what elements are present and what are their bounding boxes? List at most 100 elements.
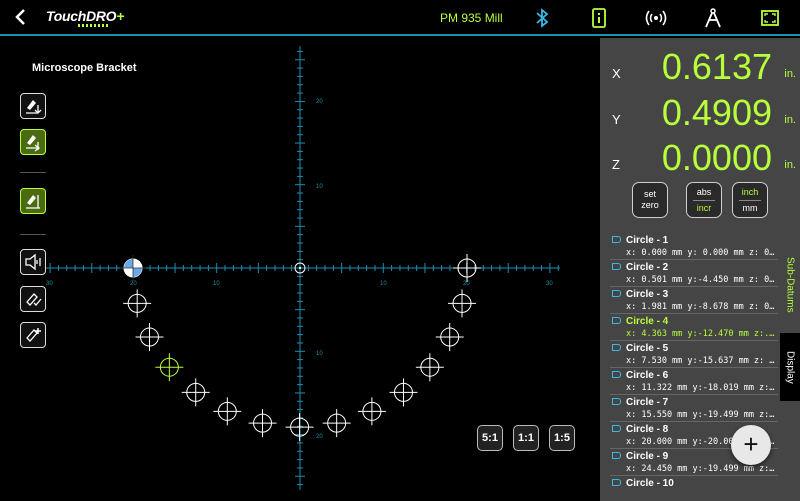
tag-icon — [612, 398, 621, 405]
list-item[interactable]: Circle - 2 x: 0.501 mm y:-4.450 mm z: 0..… — [610, 260, 778, 287]
pencil-arrow-icon — [26, 100, 42, 114]
inch-label: inch — [741, 186, 759, 197]
zoom-5-1-button[interactable]: 5:1 — [477, 425, 503, 451]
grid-label: 10 — [213, 281, 220, 287]
pencil-arrow-icon — [26, 135, 41, 152]
grid-label: 30 — [46, 281, 53, 287]
datum-crosshair — [181, 378, 210, 407]
fullscreen-icon[interactable] — [758, 6, 782, 30]
datum-crosshair — [285, 413, 314, 442]
mm-label: mm — [742, 202, 758, 213]
tag-icon — [612, 425, 621, 432]
logo-underline — [78, 24, 108, 27]
datum-name: Circle - 1 — [626, 235, 669, 246]
tool-move-down-button[interactable] — [20, 93, 46, 119]
origin-dot — [298, 266, 302, 270]
datum-name: Circle - 4 — [626, 316, 669, 327]
tag-icon — [612, 479, 621, 486]
tag-icon — [612, 371, 621, 378]
tool-pattern-button[interactable] — [20, 188, 46, 214]
machine-name[interactable]: PM 935 Mill — [440, 11, 503, 25]
pattern-icon — [26, 195, 40, 209]
compass-icon[interactable] — [701, 6, 725, 30]
datum-coords: x: 7.530 mm y:-15.637 mm z: ... — [626, 356, 778, 366]
set-zero-button[interactable]: set zero — [632, 182, 668, 218]
grid-label: 20 — [130, 281, 137, 287]
list-item[interactable]: Circle - 5 x: 7.530 mm y:-15.637 mm z: ..… — [610, 341, 778, 368]
drawing-canvas[interactable]: 20 10 10 20 30 20 10 10 20 30 5:1 1:1 1:… — [0, 38, 600, 501]
grid-label: 10 — [380, 281, 387, 287]
datum-crosshair — [213, 397, 242, 426]
app-logo: TouchDRO+ — [46, 8, 125, 24]
wireless-icon[interactable] — [644, 6, 668, 30]
tool-edit-button[interactable] — [20, 286, 46, 312]
datum-coords: x: 0.501 mm y:-4.450 mm z: 0... — [626, 275, 778, 285]
list-item[interactable]: Circle - 3 x: 1.981 mm y:-8.678 mm z: 0..… — [610, 287, 778, 314]
reference-marker — [453, 254, 481, 282]
current-position-marker — [120, 255, 146, 281]
tool-separator — [20, 234, 46, 235]
info-icon[interactable] — [587, 6, 611, 30]
grid-label: 10 — [316, 351, 323, 357]
datum-crosshair — [448, 289, 477, 318]
list-item[interactable]: Circle - 6 x: 11.322 mm y:-18.019 mm z:..… — [610, 368, 778, 395]
list-item[interactable]: Circle - 7 x: 15.550 mm y:-19.499 mm z:..… — [610, 395, 778, 422]
datum-crosshair — [357, 397, 386, 426]
datum-coords: x: 4.363 mm y:-12.470 mm z:... — [626, 329, 778, 339]
back-icon[interactable] — [10, 6, 32, 28]
button-label: zero — [641, 200, 659, 210]
tag-icon — [612, 263, 621, 270]
datum-coords: x: 0.000 mm y: 0.000 mm z: 0... — [626, 248, 778, 258]
edit-plus-icon — [26, 328, 41, 342]
datum-coords: x: 24.450 mm y:-19.499 mm z:... — [626, 464, 778, 474]
zoom-1-1-button[interactable]: 1:1 — [513, 425, 539, 451]
grid-label: 30 — [546, 281, 553, 287]
divider — [739, 199, 761, 201]
axis-label: X — [612, 66, 621, 81]
datum-name: Circle - 5 — [626, 343, 669, 354]
datum-name: Circle - 2 — [626, 262, 669, 273]
add-datum-button[interactable]: + — [731, 425, 771, 465]
tab-sub-datums[interactable]: Sub-Datums — [780, 250, 800, 320]
axis-value: 0.0000 — [661, 137, 772, 178]
axis-unit: in. — [784, 114, 796, 126]
tag-icon — [612, 290, 621, 297]
bluetooth-icon[interactable] — [530, 6, 554, 30]
tool-separator — [20, 172, 46, 173]
units-toggle[interactable]: inch mm — [732, 182, 768, 218]
list-item[interactable]: Circle - 1 x: 0.000 mm y: 0.000 mm z: 0..… — [610, 233, 778, 260]
grid-svg: 20 10 10 20 30 20 10 10 20 30 — [40, 46, 560, 490]
z-axis-readout[interactable]: Z 0.0000 in. — [612, 137, 800, 181]
incr-label: incr — [696, 202, 712, 213]
tab-display[interactable]: Display — [780, 333, 800, 401]
tool-move-right-button[interactable] — [20, 129, 46, 155]
tag-icon — [612, 236, 621, 243]
list-item-active[interactable]: Circle - 4 x: 4.363 mm y:-12.470 mm z:... — [610, 314, 778, 341]
grid-label: 10 — [316, 184, 323, 190]
job-title: Microscope Bracket — [32, 62, 137, 74]
tool-sound-button[interactable] — [20, 249, 46, 275]
tag-icon — [612, 317, 621, 324]
axis-value: 0.6137 — [661, 46, 772, 87]
x-axis-readout[interactable]: X 0.6137 in. — [612, 46, 800, 90]
abs-incr-toggle[interactable]: abs incr — [686, 182, 722, 218]
axis-unit: in. — [784, 68, 796, 80]
datum-crosshair — [248, 409, 277, 438]
tag-icon — [612, 452, 621, 459]
y-axis-readout[interactable]: Y 0.4909 in. — [612, 92, 800, 136]
datum-name: Circle - 9 — [626, 451, 669, 462]
datum-crosshair — [155, 353, 184, 382]
datum-crosshair — [123, 289, 152, 318]
list-item[interactable]: Circle - 10 — [610, 476, 778, 501]
axis-label: Y — [612, 112, 621, 127]
grid-label: 20 — [316, 434, 323, 440]
axis-value: 0.4909 — [661, 92, 772, 133]
button-label: set — [643, 189, 656, 199]
divider — [693, 199, 715, 201]
zoom-1-5-button[interactable]: 1:5 — [549, 425, 575, 451]
tool-add-button[interactable] — [20, 322, 46, 348]
grid-label: 20 — [316, 99, 323, 105]
top-bar: TouchDRO+ PM 935 Mill — [0, 0, 800, 36]
datum-crosshair — [322, 409, 351, 438]
speaker-icon — [25, 253, 41, 271]
